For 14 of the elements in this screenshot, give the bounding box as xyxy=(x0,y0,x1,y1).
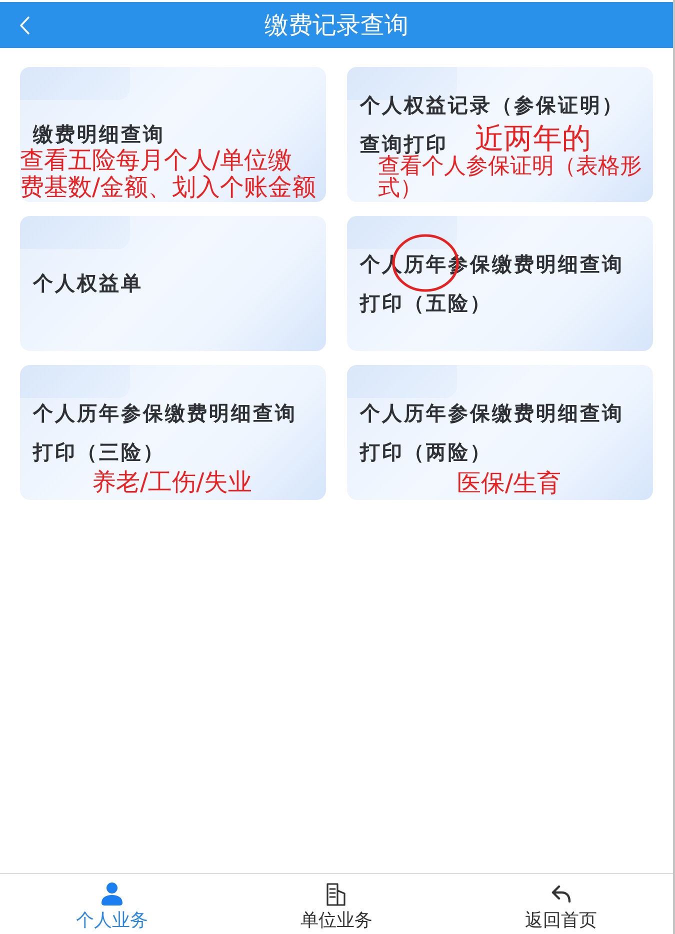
page-title: 缴费记录查询 xyxy=(264,10,408,40)
annotation-note: 查看五险每月个人/单位缴 费基数/金额、划入个账金额 xyxy=(20,147,316,201)
chevron-left-icon xyxy=(19,16,30,34)
tab-item[interactable]: 单位业务 xyxy=(224,874,449,934)
annotation-note: 近两年的 xyxy=(475,120,591,155)
annotation-note: 养老/工伤/失业 xyxy=(92,467,252,498)
tab-item[interactable]: 返回首页 xyxy=(448,874,673,934)
tab-item[interactable]: 个人业务 xyxy=(0,874,224,934)
document-icon xyxy=(326,882,346,906)
person-icon xyxy=(100,882,124,906)
annotation-note: 查看个人参保证明（表格形 式） xyxy=(378,156,642,200)
return-arrow-icon xyxy=(550,885,571,903)
menu-card[interactable]: 个人权益单 xyxy=(20,216,326,351)
annotation-note: 医保/生育 xyxy=(457,468,562,499)
